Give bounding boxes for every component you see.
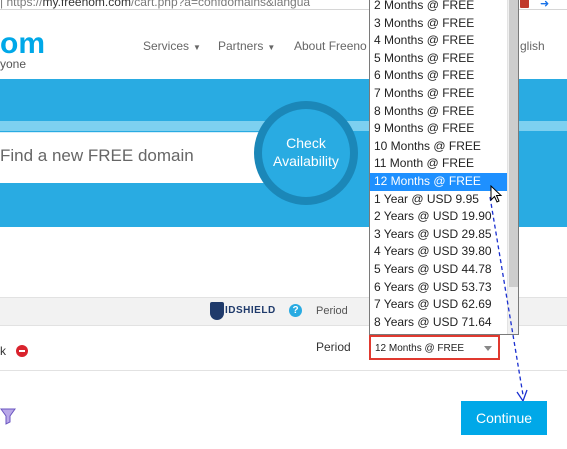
period-column-header: Period (316, 305, 348, 317)
dropdown-option[interactable]: 9 Months @ FREE (370, 120, 507, 138)
dropdown-option[interactable]: 5 Months @ FREE (370, 50, 507, 68)
period-label: Period (316, 340, 351, 354)
nav-item-partners[interactable]: Partners ▼ (218, 39, 275, 53)
mouse-pointer-icon (490, 185, 503, 203)
dropdown-option[interactable]: 4 Years @ USD 39.80 (370, 243, 507, 261)
dropdown-option[interactable]: 3 Years @ USD 29.85 (370, 226, 507, 244)
url-prefix: | https:// (0, 0, 43, 9)
extension-icon[interactable] (520, 0, 529, 8)
check-label-line1: Check (286, 135, 326, 151)
dropdown-option[interactable]: 6 Years @ USD 53.73 (370, 279, 507, 297)
funnel-icon[interactable] (0, 407, 16, 425)
dropdown-option[interactable]: 3 Months @ FREE (370, 15, 507, 33)
url-text[interactable]: | https://my.freenom.com/cart.php?a=conf… (0, 0, 310, 9)
continue-button[interactable]: Continue (461, 401, 547, 435)
check-availability-button[interactable]: Check Availability (262, 109, 350, 197)
search-placeholder: Find a new FREE domain (0, 146, 194, 165)
chevron-down-icon (484, 346, 492, 351)
logo-tagline: yone (0, 57, 27, 71)
dropdown-option[interactable]: 1 Year @ USD 9.95 (370, 191, 507, 209)
dropdown-option[interactable]: 10 Months @ FREE (370, 138, 507, 156)
idshield-logo: IDSHIELD (210, 302, 275, 320)
dropdown-option[interactable]: 7 Months @ FREE (370, 85, 507, 103)
nav-item-label: Partners (218, 39, 264, 53)
dropdown-option[interactable]: 7 Years @ USD 62.69 (370, 296, 507, 314)
dropdown-option[interactable]: 12 Months @ FREE (370, 173, 507, 191)
period-dropdown-list[interactable]: 2 Months @ FREE 3 Months @ FREE 4 Months @… (369, 0, 519, 335)
period-select-value: 12 Months @ FREE (375, 343, 465, 354)
dropdown-option[interactable]: 2 Months @ FREE (370, 0, 507, 15)
dropdown-option[interactable]: 11 Month @ FREE (370, 155, 507, 173)
chevron-down-icon: ▼ (193, 43, 201, 52)
domain-name-text: k (0, 344, 6, 358)
dropdown-scrollbar[interactable] (507, 0, 518, 334)
question-circle-icon[interactable]: ? (289, 304, 302, 317)
extension-arrow-icon[interactable]: ➜ (540, 0, 554, 10)
scrollbar-thumb[interactable] (509, 0, 518, 287)
minus-circle-icon[interactable] (16, 345, 28, 357)
check-label-line2: Availability (273, 153, 339, 169)
idshield-label: IDSHIELD (225, 305, 276, 316)
nav-item-label: About Freeno (294, 39, 367, 53)
nav-item-label: Services (143, 39, 190, 53)
url-path: /cart.php?a=confdomains&langua (130, 0, 311, 9)
nav-item-services[interactable]: Services ▼ (143, 39, 201, 53)
dropdown-option[interactable]: 4 Months @ FREE (370, 32, 507, 50)
dropdown-option[interactable]: 2 Years @ USD 19.90 (370, 208, 507, 226)
dropdown-option[interactable]: 8 Months @ FREE (370, 103, 507, 121)
screenshot-root: | https://my.freenom.com/cart.php?a=conf… (0, 0, 567, 449)
nav-item-about[interactable]: About Freeno (294, 39, 367, 53)
url-domain: my.freenom.com (42, 0, 131, 9)
language-selector[interactable]: glish (520, 39, 545, 53)
period-select[interactable]: 12 Months @ FREE (369, 335, 500, 360)
dropdown-option[interactable]: 5 Years @ USD 44.78 (370, 261, 507, 279)
logo[interactable]: om (0, 29, 45, 59)
shield-icon (210, 302, 224, 320)
dropdown-option[interactable]: 8 Years @ USD 71.64 (370, 314, 507, 332)
dropdown-option[interactable]: 6 Months @ FREE (370, 67, 507, 85)
chevron-down-icon: ▼ (267, 43, 276, 52)
